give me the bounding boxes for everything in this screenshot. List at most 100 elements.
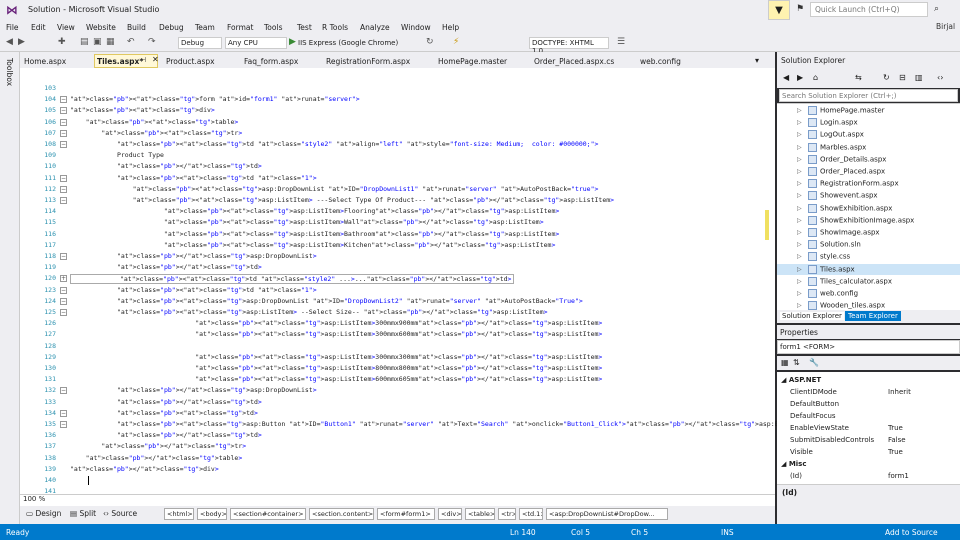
expand-arrow-icon[interactable]: ▷: [797, 168, 802, 175]
expand-arrow-icon[interactable]: ▷: [797, 205, 802, 212]
code-line[interactable]: "at">class="pb"><"at">class="tg">table>: [70, 118, 239, 126]
solution-item[interactable]: Solution.sln: [808, 240, 861, 250]
expand-arrow-icon[interactable]: ▷: [797, 217, 802, 224]
solution-item[interactable]: HomePage.master: [808, 106, 885, 115]
toolbox-tab[interactable]: Toolbox: [5, 58, 14, 86]
outline-toggle-icon[interactable]: −: [60, 409, 67, 417]
refresh-icon[interactable]: ↻: [426, 37, 434, 47]
code-line[interactable]: Product Type: [70, 151, 164, 159]
code-line[interactable]: "at">class="pb"></"at">class="tg">table>: [70, 454, 243, 462]
property-value[interactable]: form1: [888, 472, 909, 480]
solution-item[interactable]: Tiles_calculator.aspx: [808, 276, 892, 286]
properties-object-select[interactable]: form1 <FORM>: [777, 340, 960, 354]
browser-link-icon[interactable]: ⚡: [453, 37, 459, 47]
forward-icon[interactable]: ▶: [797, 73, 803, 82]
code-line[interactable]: "at">class="pb"><"at">class="tg">form "a…: [70, 95, 360, 103]
solution-item[interactable]: Wooden_tiles.aspx: [808, 301, 885, 311]
menu-website[interactable]: Website: [86, 23, 116, 32]
breadcrumb-table[interactable]: <table>: [465, 508, 495, 520]
code-line[interactable]: "at">class="pb"></"at">class="tg">td>: [70, 398, 262, 406]
undo-icon[interactable]: ↶: [127, 37, 135, 47]
refresh-icon[interactable]: ↻: [883, 73, 890, 82]
outline-toggle-icon[interactable]: −: [60, 421, 67, 428]
outline-toggle-icon[interactable]: +: [60, 275, 67, 283]
code-line[interactable]: "at">class="pb"><"at">class="tg">asp:Lis…: [70, 330, 602, 338]
menu-tools[interactable]: Tools: [264, 23, 282, 32]
quick-launch-input[interactable]: Quick Launch (Ctrl+Q): [810, 2, 928, 17]
outline-toggle-icon[interactable]: −: [60, 297, 67, 305]
view-code-icon[interactable]: ‹›: [937, 73, 943, 82]
property-name[interactable]: Visible: [790, 448, 813, 456]
breadcrumb-section-container[interactable]: <section#container>: [230, 508, 306, 520]
property-name[interactable]: (Id): [790, 472, 802, 480]
expand-arrow-icon[interactable]: ▷: [797, 144, 802, 151]
start-icon[interactable]: ▶: [289, 37, 296, 47]
open-icon[interactable]: ▤: [80, 37, 89, 47]
expand-arrow-icon[interactable]: ▷: [797, 119, 802, 126]
code-line[interactable]: "at">class="pb"></"at">class="tg">asp:Dr…: [70, 386, 317, 394]
code-line[interactable]: "at">class="pb"><"at">class="tg">td "at"…: [70, 286, 317, 294]
source-view-button[interactable]: ‹› Source: [103, 509, 137, 518]
solution-item[interactable]: Order_Details.aspx: [808, 154, 886, 164]
tab-faq-form[interactable]: Faq_form.aspx: [244, 57, 298, 66]
solution-item[interactable]: ShowImage.aspx: [808, 228, 880, 237]
tab-product[interactable]: Product.aspx: [166, 57, 215, 66]
tab-dropdown-icon[interactable]: ▾: [755, 56, 759, 65]
solution-item[interactable]: Order_Placed.aspx: [808, 167, 885, 176]
breadcrumb-body[interactable]: <body>: [197, 508, 227, 520]
add-to-source-control[interactable]: Add to Source: [885, 528, 938, 537]
code-line[interactable]: "at">class="pb"><"at">class="tg">asp:Dro…: [70, 297, 583, 305]
solution-item[interactable]: ShowExhibitionImage.aspx: [808, 215, 914, 225]
outline-toggle-icon[interactable]: −: [60, 387, 67, 395]
menu-view[interactable]: View: [57, 23, 75, 32]
collapse-all-icon[interactable]: ⊟: [899, 73, 906, 82]
code-line[interactable]: "at">class="pb"><"at">class="tg">asp:Lis…: [70, 319, 602, 327]
property-name[interactable]: DefaultButton: [790, 400, 839, 408]
code-line[interactable]: "at">class="pb"><"at">class="tg">asp:Lis…: [70, 353, 602, 361]
code-line[interactable]: "at">class="pb"></"at">class="tg">div>: [70, 465, 219, 473]
outline-toggle-icon[interactable]: −: [60, 174, 67, 182]
expand-arrow-icon[interactable]: ▷: [797, 253, 802, 260]
code-line[interactable]: "at">class="pb"><"at">class="tg">asp:Lis…: [70, 375, 602, 383]
solution-item[interactable]: web.config: [808, 289, 858, 298]
platform-select[interactable]: Any CPU: [225, 37, 287, 49]
user-name[interactable]: Birjal: [936, 22, 955, 31]
show-all-files-icon[interactable]: ▥: [915, 73, 923, 82]
solution-item[interactable]: style.css: [808, 252, 850, 262]
code-line[interactable]: "at">class="pb"><"at">class="tg">td>: [70, 409, 258, 417]
code-line[interactable]: "at">class="pb"></"at">class="tg">td>: [70, 162, 262, 170]
categorized-icon[interactable]: ▦: [781, 358, 789, 367]
property-pages-icon[interactable]: 🔧: [809, 358, 819, 367]
code-line[interactable]: "at">class="pb"><"at">class="tg">td "at"…: [70, 174, 317, 182]
code-line[interactable]: "at">class="pb"><"at">class="tg">asp:Dro…: [70, 185, 599, 193]
doctype-select[interactable]: DOCTYPE: XHTML 1.0: [529, 37, 609, 55]
notification-flag-icon[interactable]: ▼: [768, 0, 790, 20]
expand-arrow-icon[interactable]: ▷: [797, 156, 802, 163]
solution-item[interactable]: Marbles.aspx: [808, 142, 866, 152]
expand-arrow-icon[interactable]: ▷: [797, 278, 802, 285]
code-line[interactable]: "at">class="pb"><"at">class="tg">asp:Lis…: [70, 207, 559, 215]
configuration-select[interactable]: Debug: [178, 37, 222, 49]
expand-arrow-icon[interactable]: ▷: [797, 131, 802, 138]
expand-arrow-icon[interactable]: ▷: [797, 107, 802, 114]
design-view-button[interactable]: ▭ Design: [26, 509, 61, 518]
menu-analyze[interactable]: Analyze: [360, 23, 390, 32]
code-line[interactable]: "at">class="pb"><"at">class="tg">asp:Lis…: [70, 364, 602, 372]
outline-toggle-icon[interactable]: −: [60, 129, 67, 137]
menu-file[interactable]: File: [6, 23, 19, 32]
search-icon[interactable]: ⌕: [934, 4, 939, 14]
property-value[interactable]: True: [888, 424, 903, 432]
outline-toggle-icon[interactable]: −: [60, 309, 67, 316]
tab-solution-explorer[interactable]: Solution Explorer: [780, 312, 844, 320]
outline-toggle-icon[interactable]: −: [60, 141, 67, 148]
property-value[interactable]: True: [888, 448, 903, 456]
tab-order-placed-cs[interactable]: Order_Placed.aspx.cs: [534, 57, 614, 66]
code-line[interactable]: "at">class="pb"><"at">class="tg">asp:But…: [70, 420, 802, 428]
code-line[interactable]: "at">class="pb"><"at">class="tg">asp:Lis…: [70, 241, 555, 249]
tab-homepage-master[interactable]: HomePage.master: [438, 57, 507, 66]
property-category[interactable]: ◢ ASP.NET: [781, 376, 821, 384]
code-line[interactable]: "at">class="pb"></"at">class="tg">td>: [70, 431, 262, 439]
forward-icon[interactable]: ▶: [18, 37, 25, 47]
outline-toggle-icon[interactable]: −: [60, 185, 67, 193]
back-icon[interactable]: ◀: [783, 73, 789, 82]
